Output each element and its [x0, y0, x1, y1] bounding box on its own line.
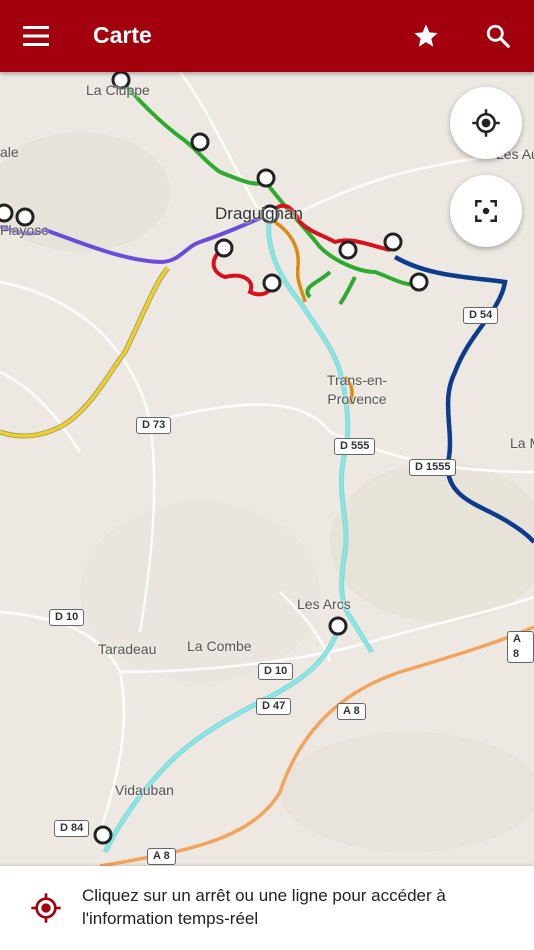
fit-screen-icon	[475, 200, 497, 222]
place-label: Taradeau	[98, 641, 157, 657]
road-label: D 10	[49, 609, 85, 626]
gps-locate-icon	[472, 109, 500, 137]
target-icon	[31, 893, 61, 923]
stop-marker	[409, 272, 429, 292]
road-label: D 10	[258, 663, 294, 680]
road-label: A 8	[507, 631, 534, 663]
stop-marker	[328, 616, 348, 636]
place-label: La Combe	[187, 638, 252, 654]
place-label: Draguignan	[215, 204, 303, 223]
place-label: La M	[510, 435, 534, 451]
road-label: D 47	[256, 698, 292, 715]
road-label: A 8	[337, 703, 366, 720]
favorites-button[interactable]	[402, 12, 450, 60]
place-label: Vidauban	[115, 782, 174, 798]
locate-me-button[interactable]	[450, 87, 522, 159]
star-icon	[414, 24, 438, 47]
stop-marker	[93, 825, 113, 845]
map-view[interactable]: La Cluppe Draguignan ale Les Au Flayosc …	[0, 72, 534, 866]
place-label: Flayosc	[0, 222, 49, 238]
road-label: A 8	[147, 848, 176, 865]
stop-marker	[383, 232, 403, 252]
info-footer: Cliquez sur un arrêt ou une ligne pour a…	[0, 866, 534, 950]
app-bar: Carte	[0, 0, 534, 72]
road-label: D 73	[136, 417, 172, 434]
road-label: D 555	[334, 438, 376, 455]
info-message: Cliquez sur un arrêt ou une ligne pour a…	[82, 886, 446, 928]
stop-marker	[0, 203, 14, 223]
route-line-yellow[interactable]	[0, 266, 170, 439]
stop-marker	[338, 240, 358, 260]
menu-icon	[23, 26, 49, 46]
road-label: D 54	[463, 307, 499, 324]
search-icon	[486, 24, 510, 48]
place-label: La Cluppe	[86, 82, 150, 98]
place-label: ale	[0, 144, 19, 160]
stop-marker	[256, 168, 276, 188]
menu-button[interactable]	[12, 12, 60, 60]
road-label: D 1555	[409, 459, 457, 476]
stop-marker	[214, 238, 234, 258]
page-title: Carte	[93, 22, 152, 48]
road-label: D 84	[54, 820, 90, 837]
place-label: Les Arcs	[297, 596, 351, 612]
stop-marker	[190, 132, 210, 152]
recenter-button[interactable]	[450, 175, 522, 247]
place-label: Trans-en-Provence	[326, 372, 388, 407]
search-button[interactable]	[474, 12, 522, 60]
stop-marker	[262, 273, 282, 293]
